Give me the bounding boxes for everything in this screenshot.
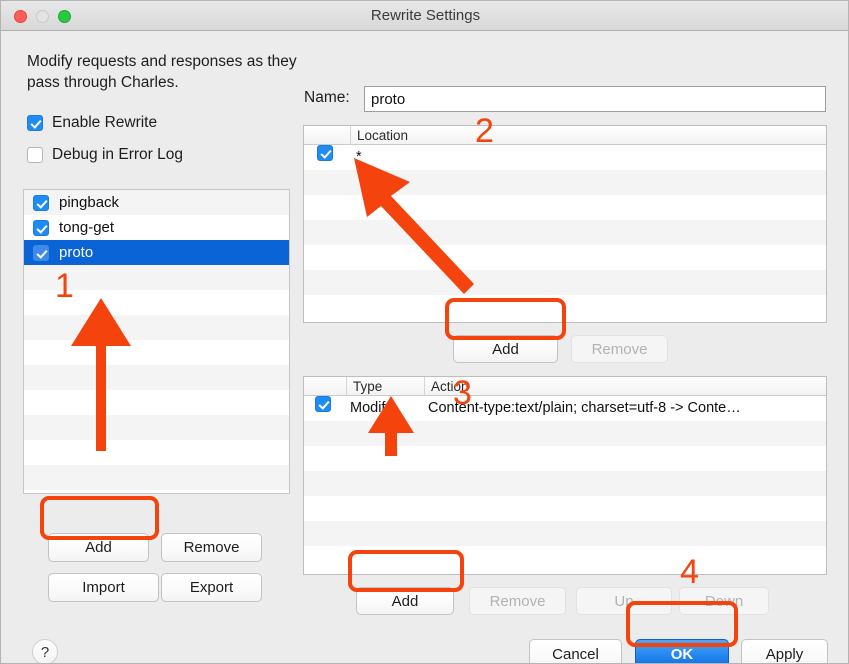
list-item[interactable]: pingback [24,190,289,215]
name-label: Name: [304,89,350,106]
add-action-button[interactable]: Add [356,587,454,615]
table-row[interactable]: Modify Content-type:text/plain; charset=… [304,396,826,421]
table-row-empty[interactable] [304,521,826,546]
list-item-label: pingback [59,194,120,211]
enable-rewrite-checkbox-row[interactable]: Enable Rewrite [27,114,157,132]
action-action-cell: Content-type:text/plain; charset=utf-8 -… [428,400,741,416]
action-table[interactable]: Type Action Modify Content-type:text/pla… [303,376,827,575]
move-up-button: Up [576,587,672,615]
location-col-location-header: Location [350,126,826,145]
list-item-label: proto [59,244,94,261]
annotation-number-1: 1 [55,267,74,305]
table-row[interactable]: * [304,145,826,170]
table-row-empty[interactable] [304,270,826,295]
list-item-selected[interactable]: proto [24,240,289,265]
ok-button[interactable]: OK [635,639,729,663]
checkbox-icon[interactable] [33,219,49,236]
remove-location-button: Remove [571,335,668,363]
action-col-type-header: Type [346,377,424,396]
cancel-button[interactable]: Cancel [529,639,622,663]
apply-button[interactable]: Apply [741,639,828,663]
table-row-empty[interactable] [304,446,826,471]
table-row-empty[interactable] [304,546,826,571]
table-row-empty[interactable] [304,421,826,446]
action-table-header: Type Action [304,377,826,396]
list-item-empty[interactable] [24,315,289,340]
title-bar: Rewrite Settings [1,1,848,31]
checkbox-icon[interactable] [27,115,43,131]
dialog-body: Modify requests and responses as they pa… [1,31,848,663]
table-row-empty[interactable] [304,195,826,220]
table-row-empty[interactable] [304,295,826,320]
annotation-number-2: 2 [475,112,494,150]
window-title: Rewrite Settings [370,7,481,24]
name-input[interactable] [364,86,826,112]
export-button[interactable]: Export [161,573,262,602]
location-table-header: Location [304,126,826,145]
move-down-button: Down [679,587,769,615]
action-type-cell: Modify [350,400,393,416]
checkbox-icon[interactable] [33,244,49,261]
remove-rule-button[interactable]: Remove [161,533,262,562]
rules-list[interactable]: pingback tong-get proto [23,189,290,494]
table-row-empty[interactable] [304,471,826,496]
add-location-button[interactable]: Add [453,335,558,363]
table-row-empty[interactable] [304,245,826,270]
list-item[interactable]: tong-get [24,215,289,240]
annotation-number-3: 3 [453,374,472,412]
table-row-empty[interactable] [304,496,826,521]
list-item-empty[interactable] [24,340,289,365]
import-button[interactable]: Import [48,573,159,602]
action-col-action-header: Action [424,377,826,396]
checkbox-icon[interactable] [315,396,331,412]
table-row-empty[interactable] [304,170,826,195]
list-item-empty[interactable] [24,465,289,490]
checkbox-icon[interactable] [317,145,333,161]
action-col-check-header [304,377,346,396]
list-item-empty[interactable] [24,415,289,440]
debug-error-log-checkbox-row[interactable]: Debug in Error Log [27,146,183,164]
list-item-empty[interactable] [24,440,289,465]
help-button[interactable]: ? [32,639,58,663]
checkbox-icon[interactable] [27,147,43,163]
remove-action-button: Remove [469,587,566,615]
checkbox-icon[interactable] [33,194,49,211]
list-item-empty[interactable] [24,365,289,390]
list-item-empty[interactable] [24,390,289,415]
list-item-label: tong-get [59,219,115,236]
description-text: Modify requests and responses as they pa… [27,53,297,91]
rewrite-settings-window: Rewrite Settings Modify requests and res… [0,0,849,664]
enable-rewrite-label: Enable Rewrite [52,114,158,131]
add-rule-button[interactable]: Add [48,533,149,562]
annotation-number-4: 4 [680,553,699,591]
location-table[interactable]: Location * [303,125,827,323]
table-row-empty[interactable] [304,220,826,245]
debug-error-log-label: Debug in Error Log [52,146,183,163]
location-cell: * [356,149,362,165]
location-col-check-header [304,126,350,145]
